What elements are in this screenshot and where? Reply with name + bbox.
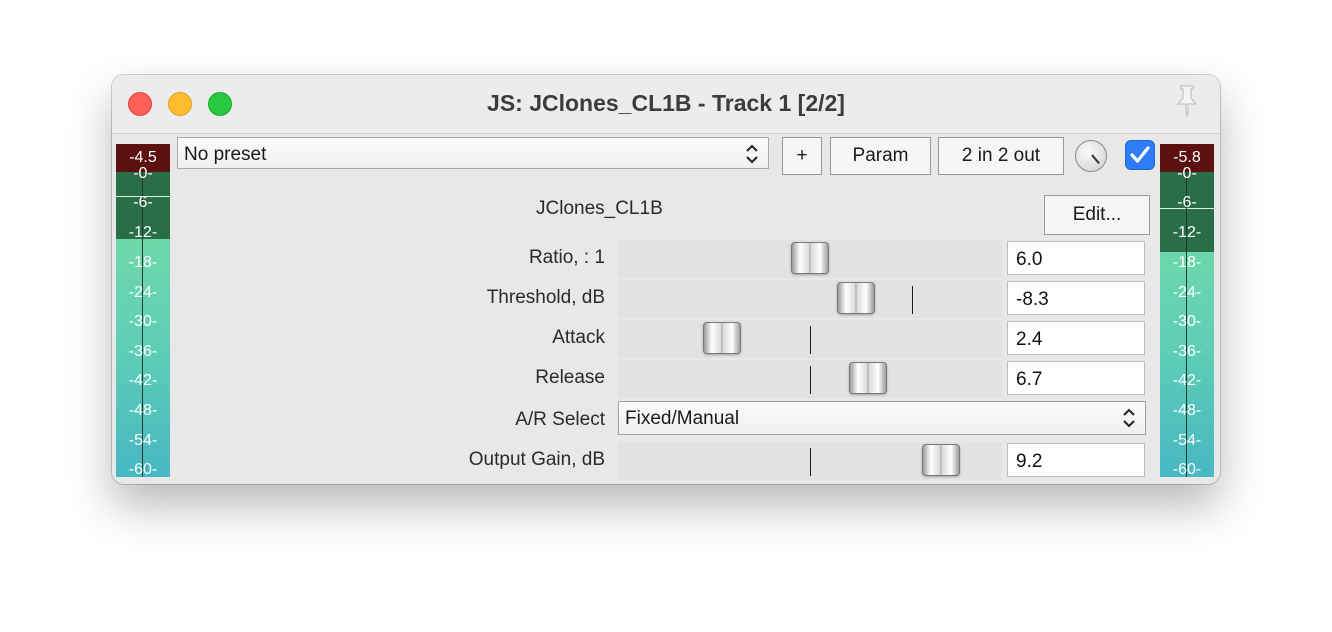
- meter-tick: -24-: [1172, 284, 1202, 301]
- ar-select-value: Fixed/Manual: [625, 408, 740, 429]
- meter-tick: -42-: [128, 372, 158, 389]
- slider-thumb[interactable]: [703, 322, 741, 354]
- preset-value: No preset: [184, 144, 267, 165]
- meter-tick: -0-: [1177, 165, 1197, 182]
- checkmark-icon: [1130, 146, 1150, 163]
- bypass-checkbox[interactable]: [1125, 140, 1155, 170]
- slider-release[interactable]: [618, 360, 1002, 398]
- value-field-output-gain[interactable]: 9.2: [1007, 443, 1145, 477]
- meter-tick: -12-: [1172, 224, 1202, 241]
- edit-button[interactable]: Edit...: [1044, 195, 1150, 235]
- meter-tick: -60-: [1172, 461, 1202, 478]
- slider-thumb[interactable]: [922, 444, 960, 476]
- add-preset-button[interactable]: +: [782, 137, 822, 175]
- pin-icon[interactable]: [1172, 83, 1202, 117]
- title-bar[interactable]: JS: JClones_CL1B - Track 1 [2/2]: [112, 75, 1220, 134]
- param-label-ratio: Ratio, : 1: [528, 247, 605, 268]
- param-label-attack: Attack: [552, 327, 605, 348]
- meter-tick: -48-: [1172, 402, 1202, 419]
- param-label-ar-select: A/R Select: [515, 409, 605, 430]
- io-routing-button[interactable]: 2 in 2 out: [938, 137, 1064, 175]
- meter-tick: -60-: [128, 461, 158, 478]
- meter-tick: -6-: [133, 194, 153, 211]
- meter-tick: -36-: [1172, 343, 1202, 360]
- plugin-name: JClones_CL1B: [536, 198, 663, 219]
- param-label-threshold: Threshold, dB: [486, 287, 605, 308]
- input-level-meter: -4.5 -0- -6- -12- -18- -24- -30- -36- -4…: [116, 144, 170, 477]
- up-down-chevron-icon: [1123, 408, 1135, 428]
- param-label-output-gain: Output Gain, dB: [468, 449, 605, 470]
- meter-tick: -24-: [128, 284, 158, 301]
- value-field-threshold[interactable]: -8.3: [1007, 281, 1145, 315]
- window-title: JS: JClones_CL1B - Track 1 [2/2]: [487, 90, 845, 116]
- slider-thumb[interactable]: [837, 282, 875, 314]
- meter-tick: -42-: [1172, 372, 1202, 389]
- meter-tick: -18-: [128, 254, 158, 271]
- slider-output-gain[interactable]: [618, 442, 1002, 480]
- meter-tick: -18-: [1172, 254, 1202, 271]
- meter-tick: -0-: [133, 165, 153, 182]
- meter-tick: -54-: [1172, 432, 1202, 449]
- meter-tick: -48-: [128, 402, 158, 419]
- slider-thumb[interactable]: [791, 242, 829, 274]
- slider-thumb[interactable]: [849, 362, 887, 394]
- ar-select-dropdown[interactable]: Fixed/Manual: [618, 401, 1146, 435]
- slider-ratio[interactable]: [618, 240, 1002, 278]
- meter-tick: -30-: [1172, 313, 1202, 330]
- preset-dropdown[interactable]: No preset: [177, 137, 769, 169]
- meter-tick: -36-: [128, 343, 158, 360]
- meter-tick: -30-: [128, 313, 158, 330]
- meter-tick: -54-: [128, 432, 158, 449]
- up-down-chevron-icon: [746, 144, 758, 164]
- param-label-release: Release: [535, 367, 605, 388]
- output-level-meter: -5.8 -0- -6- -12- -18- -24- -30- -36- -4…: [1160, 144, 1214, 477]
- value-field-release[interactable]: 6.7: [1007, 361, 1145, 395]
- meter-tick: -12-: [128, 224, 158, 241]
- meter-tick: -6-: [1177, 194, 1197, 211]
- value-field-ratio[interactable]: 6.0: [1007, 241, 1145, 275]
- value-field-attack[interactable]: 2.4: [1007, 321, 1145, 355]
- slider-attack[interactable]: [618, 320, 1002, 358]
- plugin-window: JS: JClones_CL1B - Track 1 [2/2] -4.5 -0…: [112, 75, 1220, 484]
- slider-threshold[interactable]: [618, 280, 1002, 318]
- wet-dry-knob[interactable]: [1075, 140, 1107, 172]
- param-button[interactable]: Param: [830, 137, 931, 175]
